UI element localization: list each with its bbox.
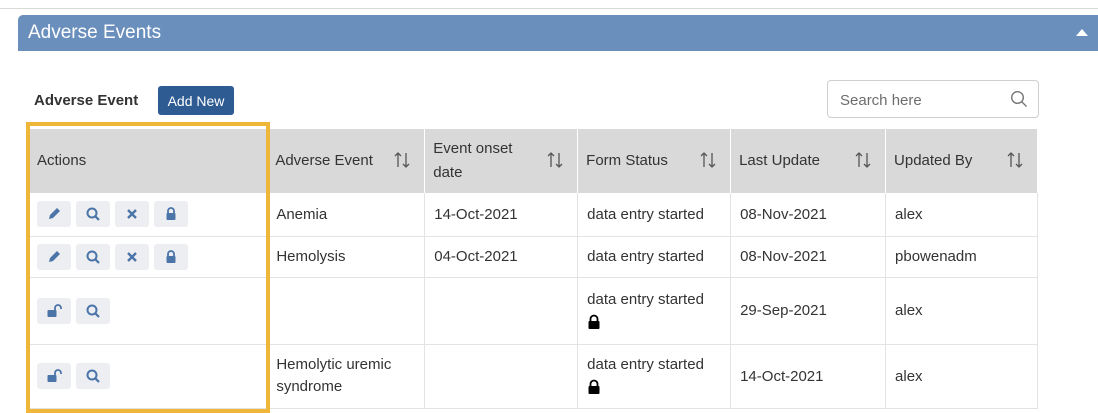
- column-header-actions: Actions: [29, 129, 268, 193]
- form-status-cell: data entry started: [577, 193, 732, 237]
- sort-icon[interactable]: [394, 151, 410, 169]
- search-input[interactable]: [838, 89, 1002, 111]
- table-header-row: Actions Adverse Event Event onset date F…: [29, 129, 1038, 193]
- form-status-text: data entry started: [587, 356, 704, 373]
- onset-date-cell: [424, 277, 579, 345]
- lock-button[interactable]: [154, 201, 188, 228]
- sort-icon[interactable]: [855, 151, 871, 169]
- section-label: Adverse Event: [34, 92, 139, 109]
- cross-icon: [127, 209, 137, 220]
- table-row: data entry started 29-Sep-2021 alex: [29, 277, 1038, 345]
- adverse-event-cell: Anemia: [266, 193, 426, 237]
- unlock-button[interactable]: [37, 297, 71, 324]
- sort-icon[interactable]: [700, 151, 716, 169]
- form-status-cell: data entry started: [577, 236, 732, 278]
- unlock-button[interactable]: [37, 363, 71, 389]
- cross-icon: [127, 251, 137, 262]
- unlock-icon: [47, 303, 62, 317]
- edit-button[interactable]: [37, 243, 71, 270]
- panel-title: Adverse Events: [28, 22, 162, 43]
- onset-date-cell: 04-Oct-2021: [424, 236, 579, 278]
- view-button[interactable]: [76, 201, 110, 228]
- table-row: Hemolysis 04-Oct-2021 data entry started…: [29, 236, 1038, 278]
- form-status-cell: data entry started: [577, 277, 732, 345]
- lock-button[interactable]: [154, 243, 188, 270]
- adverse-event-cell: [266, 277, 426, 345]
- lock-icon: [166, 249, 176, 263]
- last-update-cell: 29-Sep-2021: [730, 277, 887, 345]
- column-header-last-update[interactable]: Last Update: [730, 129, 887, 193]
- add-new-button[interactable]: Add New: [158, 86, 234, 115]
- onset-date-cell: [424, 344, 579, 409]
- updated-by-cell: pbowenadm: [885, 236, 1038, 278]
- actions-cell: [29, 193, 268, 237]
- adverse-event-cell: Hemolytic uremic syndrome: [266, 344, 426, 409]
- table-row: Anemia 14-Oct-2021 data entry started 08…: [29, 193, 1038, 237]
- updated-by-cell: alex: [885, 344, 1038, 409]
- column-header-onset-date[interactable]: Event onset date: [424, 129, 579, 193]
- unlock-icon: [47, 369, 62, 382]
- column-header-form-status[interactable]: Form Status: [577, 129, 732, 193]
- lock-icon: [166, 207, 176, 221]
- form-status-text: data entry started: [587, 290, 704, 308]
- column-header-adverse-event[interactable]: Adverse Event: [266, 129, 426, 193]
- onset-date-cell: 14-Oct-2021: [424, 193, 579, 237]
- top-divider: [0, 8, 1098, 9]
- lock-icon: [588, 314, 600, 329]
- sort-icon[interactable]: [547, 151, 563, 169]
- search-box[interactable]: [827, 80, 1039, 118]
- last-update-cell: 14-Oct-2021: [730, 344, 887, 409]
- sort-icon[interactable]: [1007, 151, 1023, 169]
- table-row: Hemolytic uremic syndrome data entry sta…: [29, 344, 1038, 409]
- collapse-caret-icon[interactable]: [1076, 29, 1088, 36]
- magnifier-icon: [86, 207, 100, 222]
- last-update-cell: 08-Nov-2021: [730, 236, 887, 278]
- view-button[interactable]: [76, 363, 110, 389]
- updated-by-cell: alex: [885, 277, 1038, 345]
- pencil-icon: [49, 208, 60, 220]
- edit-button[interactable]: [37, 201, 71, 228]
- delete-button[interactable]: [115, 243, 149, 270]
- search-icon[interactable]: [1010, 90, 1028, 108]
- delete-button[interactable]: [115, 201, 149, 228]
- panel-header[interactable]: Adverse Events: [18, 15, 1098, 51]
- pencil-icon: [49, 250, 60, 262]
- actions-cell: [29, 344, 268, 409]
- actions-cell: [29, 277, 268, 345]
- view-button[interactable]: [76, 297, 110, 324]
- lock-icon: [588, 379, 600, 395]
- adverse-event-cell: Hemolysis: [266, 236, 426, 278]
- form-status-cell: data entry started: [577, 344, 732, 409]
- actions-cell: [29, 236, 268, 278]
- updated-by-cell: alex: [885, 193, 1038, 237]
- column-header-updated-by[interactable]: Updated By: [885, 129, 1038, 193]
- view-button[interactable]: [76, 243, 110, 270]
- magnifier-icon: [86, 304, 100, 318]
- last-update-cell: 08-Nov-2021: [730, 193, 887, 237]
- magnifier-icon: [86, 250, 100, 264]
- magnifier-icon: [86, 369, 100, 383]
- adverse-events-table: Actions Adverse Event Event onset date F…: [29, 129, 1038, 409]
